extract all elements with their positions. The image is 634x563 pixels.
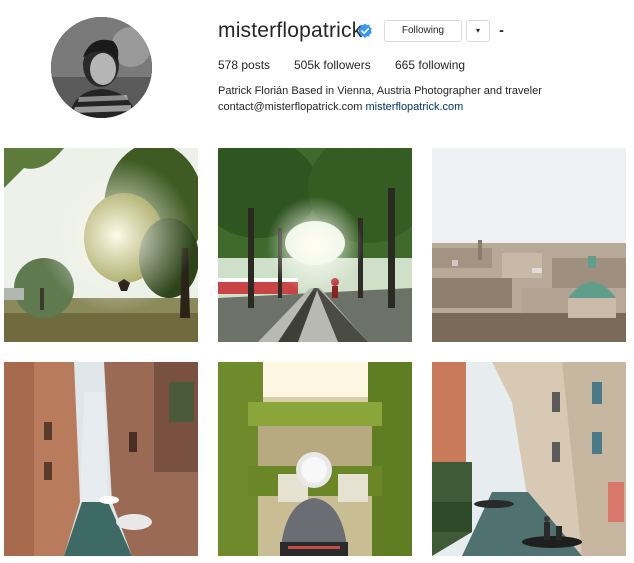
following-button[interactable]: Following: [384, 20, 462, 42]
post-thumbnail[interactable]: [218, 362, 412, 556]
more-options-button[interactable]: •••: [494, 22, 508, 38]
chevron-down-icon: ▾: [475, 26, 480, 35]
post-thumbnail[interactable]: [4, 148, 198, 342]
post-thumbnail[interactable]: [432, 362, 626, 556]
profile-contact: contact@misterflopatrick.com misterflopa…: [218, 101, 463, 113]
profile-avatar[interactable]: [51, 17, 152, 118]
website-link[interactable]: misterflopatrick.com: [366, 101, 464, 113]
post-thumbnail[interactable]: [218, 148, 412, 342]
ellipsis-icon: •••: [499, 29, 503, 35]
profile-bio: Patrick Florián Based in Vienna, Austria…: [218, 85, 542, 97]
post-thumbnail[interactable]: [432, 148, 626, 342]
profile-username: misterflopatrick: [218, 19, 363, 42]
posts-count: 578 posts: [218, 58, 271, 72]
post-thumbnail[interactable]: [4, 362, 198, 556]
suggestions-dropdown-button[interactable]: ▾: [466, 20, 490, 42]
following-count-link[interactable]: 665 following: [395, 58, 465, 72]
bio-email: contact@misterflopatrick.com: [218, 101, 363, 113]
verified-badge-icon: [358, 23, 372, 38]
followers-count-link[interactable]: 505k followers: [294, 58, 371, 72]
